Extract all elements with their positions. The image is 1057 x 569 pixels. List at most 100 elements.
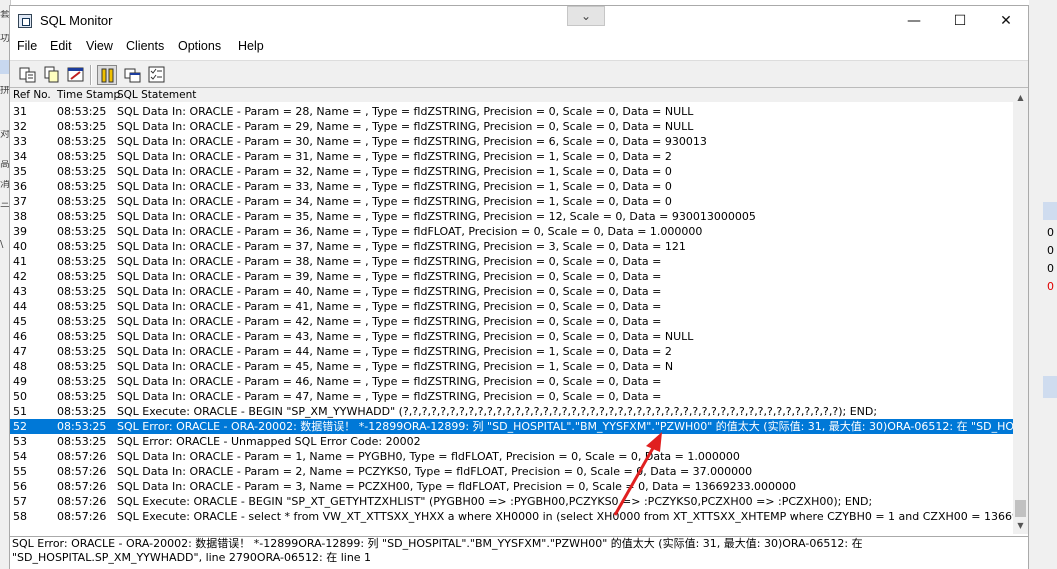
menu-options[interactable]: Options (178, 39, 221, 53)
column-header-sql-statement[interactable]: SQL Statement (117, 88, 196, 102)
chevron-down-icon[interactable]: ⌄ (567, 6, 605, 26)
table-row[interactable]: 50 08:53:25 SQL Data In: ORACLE - Param = … (10, 389, 1013, 404)
table-row[interactable]: 43 08:53:25 SQL Data In: ORACLE - Param = … (10, 284, 1013, 299)
table-row[interactable]: 51 08:53:25 SQL Execute: ORACLE - BEGIN "S… (10, 404, 1013, 419)
table-row[interactable]: 52 08:53:25 SQL Error: ORACLE - ORA-20002:… (10, 419, 1013, 434)
close-button[interactable]: ✕ (983, 6, 1029, 36)
menu-file[interactable]: File (17, 39, 37, 53)
table-row[interactable]: 38 08:53:25 SQL Data In: ORACLE - Param = … (10, 209, 1013, 224)
trace-options-icon[interactable] (123, 65, 143, 85)
sql-statement-cell: SQL Data In: ORACLE - Param = 43, Name =… (117, 330, 694, 343)
table-row[interactable]: 31 08:53:25 SQL Data In: ORACLE - Param = … (10, 104, 1013, 119)
ref-no-cell: 43 (13, 285, 27, 298)
ref-no-cell: 33 (13, 135, 27, 148)
table-row[interactable]: 56 08:57:26 SQL Data In: ORACLE - Param = … (10, 479, 1013, 494)
table-row[interactable]: 45 08:53:25 SQL Data In: ORACLE - Param = … (10, 314, 1013, 329)
title-bar[interactable]: SQL Monitor ⌄ — ☐ ✕ (10, 6, 1028, 36)
table-row[interactable]: 37 08:53:25 SQL Data In: ORACLE - Param = … (10, 194, 1013, 209)
ref-no-cell: 53 (13, 435, 27, 448)
column-header-ref-no[interactable]: Ref No. (13, 88, 51, 102)
maximize-button[interactable]: ☐ (937, 6, 983, 36)
app-icon (18, 14, 32, 28)
scroll-up-icon[interactable]: ▲ (1013, 90, 1028, 105)
table-row[interactable]: 54 08:57:26 SQL Data In: ORACLE - Param = … (10, 449, 1013, 464)
table-row[interactable]: 33 08:53:25 SQL Data In: ORACLE - Param = … (10, 134, 1013, 149)
table-row[interactable]: 53 08:53:25 SQL Error: ORACLE - Unmapped S… (10, 434, 1013, 449)
menu-view[interactable]: View (86, 39, 113, 53)
table-row[interactable]: 34 08:53:25 SQL Data In: ORACLE - Param = … (10, 149, 1013, 164)
table-row[interactable]: 40 08:53:25 SQL Data In: ORACLE - Param = … (10, 239, 1013, 254)
sql-statement-cell: SQL Data In: ORACLE - Param = 33, Name =… (117, 180, 672, 193)
save-log-icon[interactable] (18, 65, 38, 85)
table-row[interactable]: 41 08:53:25 SQL Data In: ORACLE - Param = … (10, 254, 1013, 269)
sql-statement-cell: SQL Error: ORACLE - ORA-20002: 数据错误！ *-1… (117, 420, 1013, 433)
table-row[interactable]: 48 08:53:25 SQL Data In: ORACLE - Param = … (10, 359, 1013, 374)
table-row[interactable]: 47 08:53:25 SQL Data In: ORACLE - Param = … (10, 344, 1013, 359)
detail-line-2: "SD_HOSPITAL.SP_XM_YYWHADD", line 2790OR… (12, 551, 372, 564)
detail-line-1: SQL Error: ORACLE - ORA-20002: 数据错误！ *-1… (12, 537, 863, 550)
table-row[interactable]: 35 08:53:25 SQL Data In: ORACLE - Param = … (10, 164, 1013, 179)
ref-no-cell: 55 (13, 465, 27, 478)
table-row[interactable]: 55 08:57:26 SQL Data In: ORACLE - Param = … (10, 464, 1013, 479)
statement-detail-pane[interactable]: SQL Error: ORACLE - ORA-20002: 数据错误！ *-1… (10, 536, 1028, 569)
sql-statement-cell: SQL Data In: ORACLE - Param = 31, Name =… (117, 150, 672, 163)
ref-no-cell: 49 (13, 375, 27, 388)
table-row[interactable]: 46 08:53:25 SQL Data In: ORACLE - Param = … (10, 329, 1013, 344)
checklist-icon[interactable] (147, 65, 167, 85)
pause-icon[interactable] (97, 65, 117, 85)
copy-icon[interactable] (42, 65, 62, 85)
menu-clients[interactable]: Clients (126, 39, 164, 53)
timestamp-cell: 08:53:25 (57, 405, 107, 418)
timestamp-cell: 08:57:26 (57, 465, 107, 478)
table-row[interactable]: 57 08:57:26 SQL Execute: ORACLE - BEGIN "S… (10, 494, 1013, 509)
ref-no-cell: 36 (13, 180, 27, 193)
sql-statement-cell: SQL Data In: ORACLE - Param = 3, Name = … (117, 480, 797, 493)
menu-help[interactable]: Help (238, 39, 264, 53)
timestamp-cell: 08:53:25 (57, 225, 107, 238)
timestamp-cell: 08:53:25 (57, 150, 107, 163)
table-row[interactable]: 39 08:53:25 SQL Data In: ORACLE - Param = … (10, 224, 1013, 239)
timestamp-cell: 08:53:25 (57, 345, 107, 358)
sql-statement-cell: SQL Execute: ORACLE - BEGIN "SP_XT_GETYH… (117, 495, 873, 508)
sql-statement-cell: SQL Execute: ORACLE - select * from VW_X… (117, 510, 1013, 523)
ref-no-cell: 37 (13, 195, 27, 208)
background-value: 0 (1047, 226, 1054, 239)
minimize-button[interactable]: — (891, 6, 937, 36)
edit-options-icon[interactable] (66, 65, 86, 85)
ref-no-cell: 35 (13, 165, 27, 178)
background-value: 0 (1047, 280, 1054, 293)
table-row[interactable]: 36 08:53:25 SQL Data In: ORACLE - Param = … (10, 179, 1013, 194)
sql-statement-cell: SQL Data In: ORACLE - Param = 47, Name =… (117, 390, 662, 403)
ref-no-cell: 38 (13, 210, 27, 223)
ref-no-cell: 48 (13, 360, 27, 373)
table-row[interactable]: 32 08:53:25 SQL Data In: ORACLE - Param = … (10, 119, 1013, 134)
sql-statement-cell: SQL Data In: ORACLE - Param = 35, Name =… (117, 210, 756, 223)
vertical-scrollbar[interactable]: ▲ ▼ (1013, 88, 1028, 534)
sql-statement-cell: SQL Data In: ORACLE - Param = 29, Name =… (117, 120, 694, 133)
timestamp-cell: 08:57:26 (57, 450, 107, 463)
sql-statement-cell: SQL Data In: ORACLE - Param = 46, Name =… (117, 375, 662, 388)
sql-statement-cell: SQL Data In: ORACLE - Param = 37, Name =… (117, 240, 686, 253)
menu-edit[interactable]: Edit (50, 39, 72, 53)
ref-no-cell: 39 (13, 225, 27, 238)
sql-statement-cell: SQL Data In: ORACLE - Param = 42, Name =… (117, 315, 662, 328)
table-row[interactable]: 58 08:57:26 SQL Execute: ORACLE - select *… (10, 509, 1013, 524)
scroll-down-icon[interactable]: ▼ (1013, 518, 1028, 533)
sql-statement-cell: SQL Data In: ORACLE - Param = 40, Name =… (117, 285, 662, 298)
column-header-time-stamp[interactable]: Time Stamp (57, 88, 120, 102)
ref-no-cell: 45 (13, 315, 27, 328)
sql-statement-cell: SQL Execute: ORACLE - BEGIN "SP_XM_YYWHA… (117, 405, 878, 418)
sql-log-list[interactable]: Ref No. Time Stamp SQL Statement 31 08:53… (10, 88, 1013, 534)
timestamp-cell: 08:53:25 (57, 285, 107, 298)
table-row[interactable]: 44 08:53:25 SQL Data In: ORACLE - Param = … (10, 299, 1013, 314)
background-value: 0 (1047, 244, 1054, 257)
timestamp-cell: 08:53:25 (57, 435, 107, 448)
sql-statement-cell: SQL Data In: ORACLE - Param = 2, Name = … (117, 465, 753, 478)
timestamp-cell: 08:53:25 (57, 375, 107, 388)
scroll-thumb[interactable] (1015, 500, 1026, 517)
timestamp-cell: 08:53:25 (57, 330, 107, 343)
ref-no-cell: 52 (13, 420, 27, 433)
table-row[interactable]: 42 08:53:25 SQL Data In: ORACLE - Param = … (10, 269, 1013, 284)
table-row[interactable]: 49 08:53:25 SQL Data In: ORACLE - Param = … (10, 374, 1013, 389)
toolbar-separator (90, 65, 92, 85)
